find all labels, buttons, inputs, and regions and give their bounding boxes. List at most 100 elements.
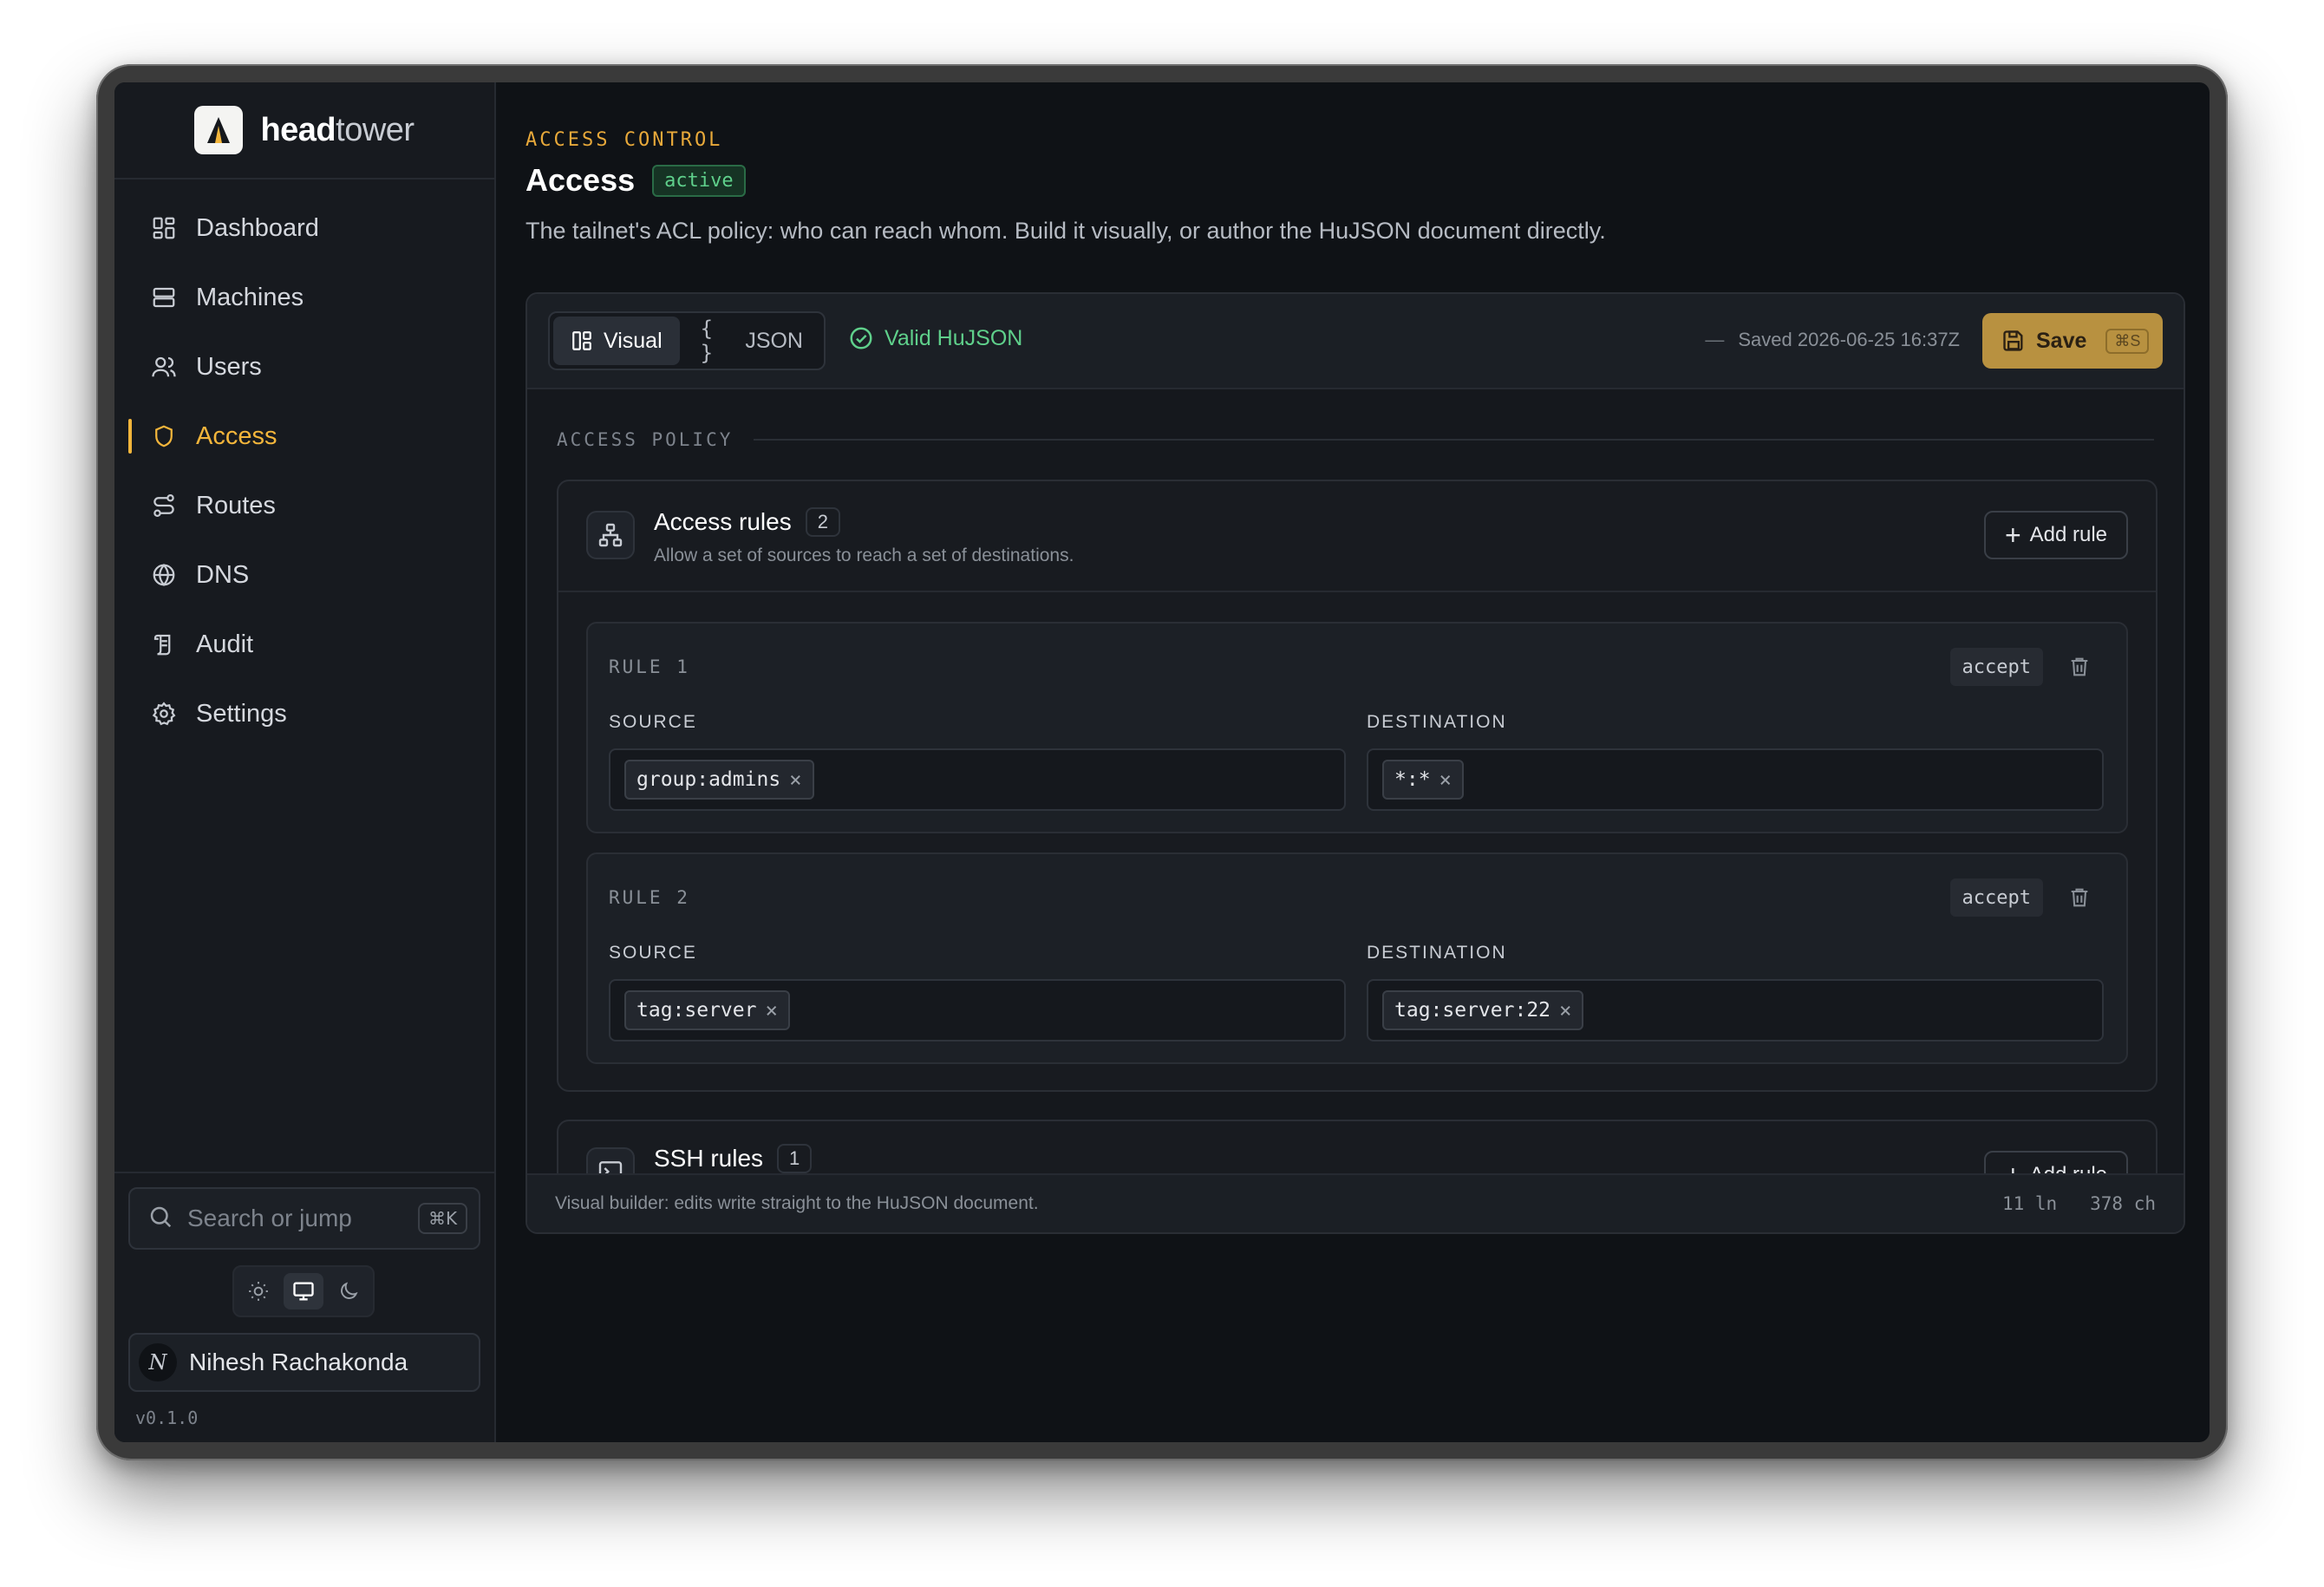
- sidebar-item-label: Routes: [196, 491, 276, 519]
- saved-timestamp: Saved 2026-06-25 16:37Z: [1738, 329, 1960, 350]
- shield-icon: [149, 421, 179, 451]
- users-icon: [149, 352, 179, 382]
- monitor-icon: [293, 1282, 314, 1301]
- destination-chip: tag:server:22 ×: [1382, 990, 1584, 1030]
- sidebar-footer: ⌘K N Nihesh Rachakonda v0.1.0: [114, 1172, 494, 1442]
- remove-chip-icon[interactable]: ×: [1439, 767, 1452, 792]
- source-chip: tag:server ×: [624, 990, 790, 1030]
- document-stats: 11 ln 378 ch: [2002, 1193, 2156, 1214]
- tab-visual[interactable]: Visual: [553, 317, 680, 365]
- add-rule-button[interactable]: + Add rule: [1984, 511, 2128, 559]
- tab-json-label: JSON: [745, 328, 803, 353]
- destination-label: DESTINATION: [1367, 712, 1507, 732]
- brand-name: headtower: [260, 111, 415, 148]
- remove-chip-icon[interactable]: ×: [765, 998, 777, 1022]
- trash-icon[interactable]: [2067, 885, 2092, 914]
- card-subtitle: Allow a set of sources to reach a set of…: [654, 545, 1074, 565]
- page-description: The tailnet's ACL policy: who can reach …: [526, 218, 1606, 244]
- destination-input[interactable]: *:* ×: [1367, 748, 2104, 811]
- app-version: v0.1.0: [135, 1407, 199, 1428]
- policy-editor: Visual { } JSON Valid HuJSON — Saved 202…: [526, 292, 2185, 1234]
- tab-json[interactable]: { } JSON: [683, 317, 820, 365]
- access-rules-header: Access rules 2 Allow a set of sources to…: [558, 481, 2156, 592]
- line-count: 11 ln: [2001, 1193, 2058, 1214]
- dark-theme-button[interactable]: [329, 1273, 369, 1309]
- search-box[interactable]: ⌘K: [128, 1187, 480, 1250]
- save-label: Save: [2036, 328, 2087, 353]
- sidebar-item-audit[interactable]: Audit: [114, 610, 494, 679]
- destination-chip: *:* ×: [1382, 760, 1464, 800]
- user-menu[interactable]: N Nihesh Rachakonda: [128, 1333, 480, 1392]
- remove-chip-icon[interactable]: ×: [789, 767, 801, 792]
- sidebar-item-label: Settings: [196, 699, 287, 728]
- server-icon: [149, 283, 179, 312]
- divider: [754, 439, 2154, 441]
- sidebar-item-machines[interactable]: Machines: [114, 263, 494, 332]
- search-input[interactable]: [187, 1205, 404, 1232]
- sun-icon: [249, 1282, 268, 1301]
- sidebar-item-label: DNS: [196, 560, 250, 589]
- section-label: ACCESS POLICY: [557, 429, 2154, 450]
- sidebar-item-dashboard[interactable]: Dashboard: [114, 193, 494, 263]
- card-title-text: SSH rules: [654, 1145, 764, 1172]
- rule-item: RULE 1 accept SOURCE DESTINATION group:a…: [586, 622, 2128, 833]
- theme-toggle: [232, 1265, 375, 1317]
- dash-icon: —: [1705, 329, 1725, 350]
- logo-icon: [194, 106, 244, 154]
- footer-note: Visual builder: edits write straight to …: [555, 1193, 1039, 1213]
- access-rules-title: Access rules 2: [654, 507, 840, 537]
- routes-icon: [149, 491, 179, 520]
- globe-icon: [149, 560, 179, 590]
- rule-action-select[interactable]: accept: [1949, 878, 2043, 917]
- network-icon: [586, 511, 635, 559]
- source-label: SOURCE: [609, 943, 697, 963]
- check-circle-icon: [850, 327, 872, 349]
- sidebar-item-label: Access: [196, 421, 277, 450]
- chip-text: group:admins: [636, 768, 781, 791]
- source-input[interactable]: group:admins ×: [609, 748, 1346, 811]
- rule-label: RULE 1: [609, 656, 690, 677]
- save-icon: [2003, 330, 2023, 351]
- sidebar-item-access[interactable]: Access: [114, 402, 494, 471]
- search-icon: [147, 1204, 173, 1234]
- validation-text: Valid HuJSON: [885, 325, 1023, 350]
- tab-visual-label: Visual: [604, 328, 663, 353]
- source-input[interactable]: tag:server ×: [609, 979, 1346, 1042]
- sidebar-nav: Dashboard Machines Users Access Routes D…: [114, 180, 494, 748]
- sidebar-item-settings[interactable]: Settings: [114, 679, 494, 748]
- main-content: ACCESS CONTROL Access active The tailnet…: [496, 82, 2210, 1442]
- rules-count-badge: 1: [777, 1144, 813, 1173]
- remove-chip-icon[interactable]: ×: [1559, 998, 1571, 1022]
- sidebar-item-dns[interactable]: DNS: [114, 540, 494, 610]
- search-shortcut: ⌘K: [418, 1203, 468, 1234]
- trash-icon[interactable]: [2067, 655, 2092, 683]
- destination-label: DESTINATION: [1367, 943, 1507, 963]
- light-theme-button[interactable]: [238, 1273, 278, 1309]
- dashboard-icon: [149, 213, 179, 243]
- sidebar: headtower Dashboard Machines Users Acces…: [114, 82, 496, 1442]
- destination-input[interactable]: tag:server:22 ×: [1367, 979, 2104, 1042]
- brand[interactable]: headtower: [114, 82, 494, 180]
- sidebar-item-label: Dashboard: [196, 213, 319, 242]
- user-name: Nihesh Rachakonda: [189, 1349, 408, 1375]
- editor-toolbar: Visual { } JSON Valid HuJSON — Saved 202…: [527, 294, 2184, 389]
- sidebar-item-users[interactable]: Users: [114, 332, 494, 402]
- page-eyebrow: ACCESS CONTROL: [526, 129, 723, 151]
- status-badge: active: [652, 164, 746, 197]
- page-title: Access: [526, 162, 636, 198]
- save-shortcut: ⌘S: [2105, 328, 2150, 354]
- card-title-text: Access rules: [654, 508, 792, 535]
- rule-action-select[interactable]: accept: [1949, 648, 2043, 686]
- sidebar-item-routes[interactable]: Routes: [114, 471, 494, 540]
- section-label-text: ACCESS POLICY: [557, 429, 734, 450]
- system-theme-button[interactable]: [284, 1273, 323, 1309]
- ssh-rules-title: SSH rules 1: [654, 1144, 813, 1173]
- moon-icon: [341, 1282, 358, 1299]
- source-label: SOURCE: [609, 712, 697, 732]
- view-mode-toggle: Visual { } JSON: [548, 311, 826, 370]
- scroll-icon: [149, 630, 179, 659]
- save-button[interactable]: Save ⌘S: [1982, 313, 2163, 369]
- save-status: — Saved 2026-06-25 16:37Z: [1705, 329, 1960, 351]
- rule-label: RULE 2: [609, 887, 690, 908]
- rule-item: RULE 2 accept SOURCE DESTINATION tag:ser…: [586, 852, 2128, 1064]
